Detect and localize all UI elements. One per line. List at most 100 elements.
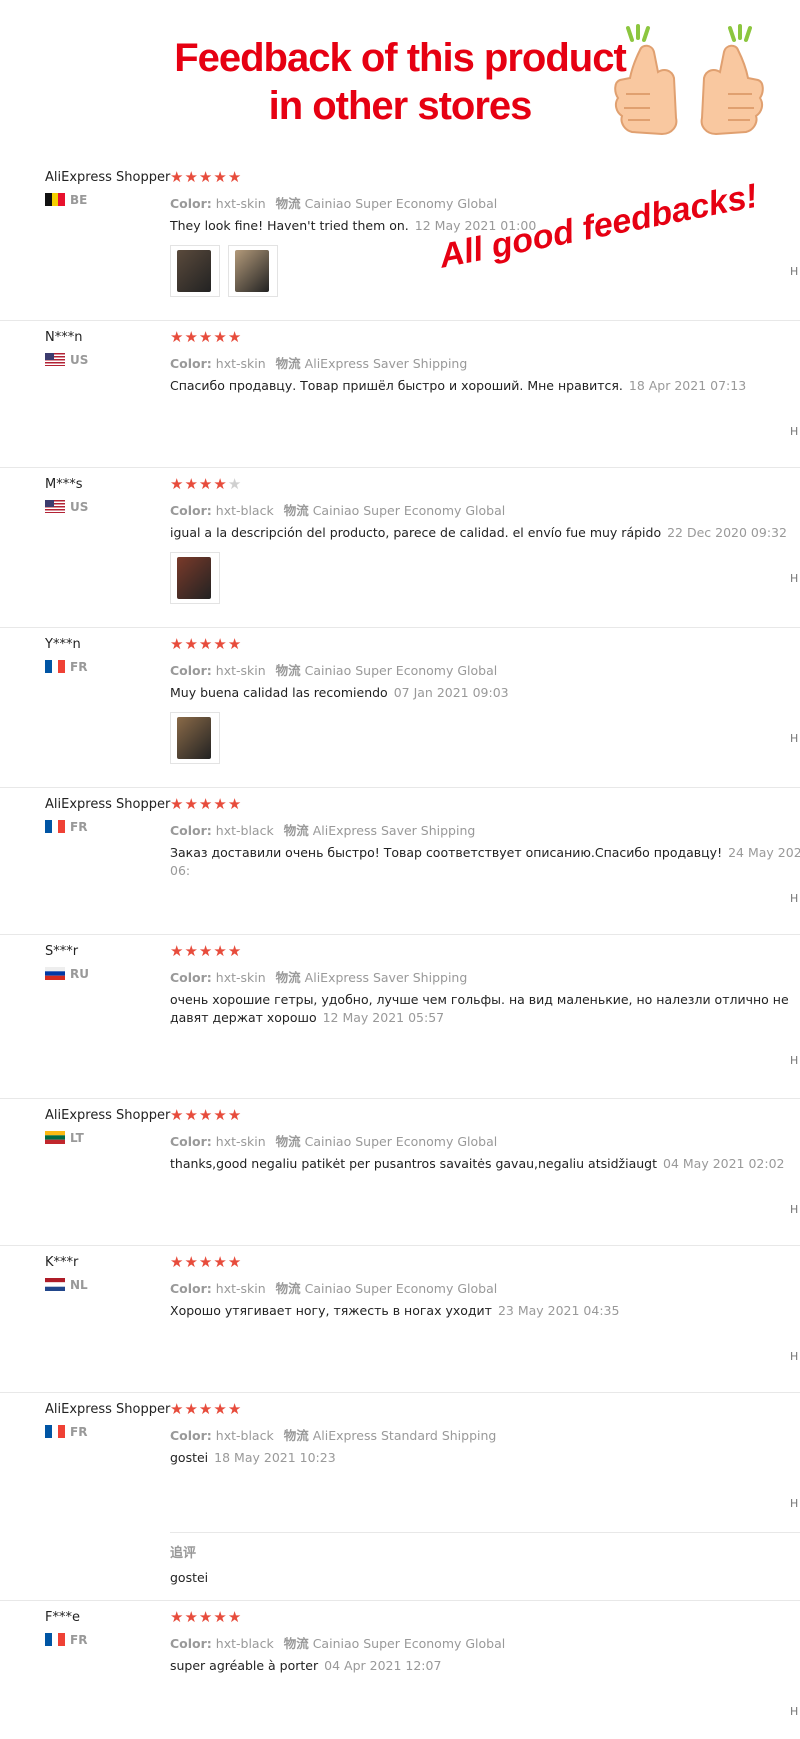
thumbs-up-icon bbox=[700, 24, 764, 136]
helpful-link[interactable]: H bbox=[790, 425, 798, 438]
helpful-link[interactable]: H bbox=[790, 572, 798, 585]
reviewer-country: FR bbox=[45, 660, 87, 674]
star-icon: ★ bbox=[184, 475, 199, 493]
star-icon: ★ bbox=[213, 635, 228, 653]
star-icon: ★ bbox=[213, 475, 228, 493]
review-text-block: gostei 18 May 2021 10:23 bbox=[170, 1449, 800, 1467]
color-label: Color: bbox=[170, 1636, 212, 1651]
star-icon: ★ bbox=[198, 1253, 214, 1271]
star-icon: ★ bbox=[170, 1400, 185, 1418]
header-title: Feedback of this product in other stores bbox=[150, 34, 650, 130]
review-photo-thumbnail[interactable] bbox=[170, 552, 220, 604]
color-value: hxt-skin bbox=[215, 196, 266, 211]
star-icon: ★ bbox=[170, 1608, 185, 1626]
reviewer-country: FR bbox=[45, 1425, 87, 1439]
helpful-link[interactable]: H bbox=[790, 1350, 798, 1363]
helpful-link[interactable]: H bbox=[790, 732, 798, 745]
review-text-block: Спасибо продавцу. Товар пришёл быстро и … bbox=[170, 377, 800, 395]
star-icon: ★ bbox=[198, 475, 214, 493]
shipping-label: 物流 bbox=[283, 823, 309, 838]
color-label: Color: bbox=[170, 196, 212, 211]
shipping-value: AliExpress Standard Shipping bbox=[312, 1428, 497, 1443]
star-icon: ★ bbox=[184, 795, 199, 813]
star-icon: ★ bbox=[198, 1106, 214, 1124]
color-value: hxt-skin bbox=[215, 356, 266, 371]
review-date: 23 May 2021 04:35 bbox=[497, 1303, 620, 1318]
star-rating: ★★★★★ bbox=[170, 795, 242, 813]
country-code: FR bbox=[70, 1633, 88, 1647]
review-text: очень хорошие гетры, удобно, лучше чем г… bbox=[170, 992, 789, 1025]
star-icon: ★ bbox=[184, 1400, 199, 1418]
color-value: hxt-skin bbox=[215, 1134, 266, 1149]
review-item: AliExpress Shopper FR ★★★★★ Color: hxt-blac… bbox=[0, 1392, 800, 1601]
followup-divider bbox=[170, 1532, 800, 1533]
review-attributes: Color: hxt-black 物流 AliExpress Saver Ship… bbox=[170, 820, 475, 839]
star-icon: ★ bbox=[170, 1106, 185, 1124]
star-rating: ★★★★★ bbox=[170, 328, 242, 346]
helpful-link[interactable]: H bbox=[790, 892, 798, 905]
flag-icon bbox=[45, 353, 65, 366]
reviewer-country: US bbox=[45, 500, 88, 514]
color-label: Color: bbox=[170, 503, 212, 518]
star-icon: ★ bbox=[198, 328, 214, 346]
star-icon: ★ bbox=[198, 1400, 214, 1418]
reviewer-country: BE bbox=[45, 193, 87, 207]
reviewer-name: AliExpress Shopper bbox=[45, 1402, 171, 1417]
star-icon: ★ bbox=[170, 795, 185, 813]
review-date: 04 May 2021 02:02 bbox=[663, 1156, 785, 1171]
star-icon: ★ bbox=[184, 1253, 199, 1271]
shipping-value: AliExpress Saver Shipping bbox=[304, 970, 468, 985]
review-date: 18 May 2021 10:23 bbox=[214, 1450, 336, 1465]
helpful-link[interactable]: H bbox=[790, 265, 798, 278]
review-text: Заказ доставили очень быстро! Товар соот… bbox=[170, 845, 723, 860]
color-value: hxt-black bbox=[215, 823, 274, 838]
star-icon: ★ bbox=[213, 1400, 228, 1418]
flag-icon bbox=[45, 820, 65, 833]
color-label: Color: bbox=[170, 823, 212, 838]
helpful-link[interactable]: H bbox=[790, 1705, 798, 1718]
shipping-label: 物流 bbox=[275, 196, 301, 211]
color-value: hxt-skin bbox=[215, 970, 266, 985]
helpful-link[interactable]: H bbox=[790, 1054, 798, 1067]
review-photos bbox=[170, 712, 228, 768]
star-rating: ★★★★★ bbox=[170, 942, 242, 960]
star-icon: ★ bbox=[227, 635, 243, 653]
color-value: hxt-black bbox=[215, 1636, 274, 1651]
review-item: AliExpress Shopper LT ★★★★★ Color: hxt-skin… bbox=[0, 1098, 800, 1246]
review-date: 18 Apr 2021 07:13 bbox=[628, 378, 747, 393]
shipping-label: 物流 bbox=[283, 503, 309, 518]
review-attributes: Color: hxt-skin 物流 Cainiao Super Economy … bbox=[170, 1131, 497, 1150]
color-label: Color: bbox=[170, 356, 212, 371]
shipping-label: 物流 bbox=[275, 970, 301, 985]
review-photos bbox=[170, 245, 286, 301]
review-attributes: Color: hxt-skin 物流 Cainiao Super Economy … bbox=[170, 1278, 497, 1297]
flag-icon bbox=[45, 1425, 65, 1438]
star-icon: ★ bbox=[213, 1608, 228, 1626]
flag-icon bbox=[45, 660, 65, 673]
star-icon: ★ bbox=[170, 328, 185, 346]
review-attributes: Color: hxt-skin 物流 AliExpress Saver Shipp… bbox=[170, 967, 467, 986]
star-icon: ★ bbox=[184, 1608, 199, 1626]
star-icon: ★ bbox=[170, 475, 185, 493]
flag-icon bbox=[45, 1278, 65, 1291]
star-icon: ★ bbox=[170, 1253, 185, 1271]
shipping-value: Cainiao Super Economy Global bbox=[304, 196, 498, 211]
country-code: BE bbox=[70, 193, 88, 207]
feedback-header: Feedback of this product in other stores bbox=[0, 0, 800, 150]
review-date: 12 May 2021 05:57 bbox=[322, 1010, 445, 1025]
country-code: FR bbox=[70, 1425, 88, 1439]
review-photo-thumbnail[interactable] bbox=[170, 712, 220, 764]
country-code: LT bbox=[70, 1131, 84, 1145]
review-text: Muy buena calidad las recomiendo bbox=[170, 685, 388, 700]
review-text: Хорошо утягивает ногу, тяжесть в ногах у… bbox=[170, 1303, 492, 1318]
star-icon: ★ bbox=[227, 168, 243, 186]
helpful-link[interactable]: H bbox=[790, 1203, 798, 1216]
star-icon: ★ bbox=[170, 168, 185, 186]
country-code: NL bbox=[70, 1278, 88, 1292]
color-label: Color: bbox=[170, 1134, 212, 1149]
helpful-link[interactable]: H bbox=[790, 1497, 798, 1510]
shipping-label: 物流 bbox=[275, 1134, 301, 1149]
review-photo-thumbnail[interactable] bbox=[170, 245, 220, 297]
review-photo-thumbnail[interactable] bbox=[228, 245, 278, 297]
reviewer-name: AliExpress Shopper bbox=[45, 797, 171, 812]
